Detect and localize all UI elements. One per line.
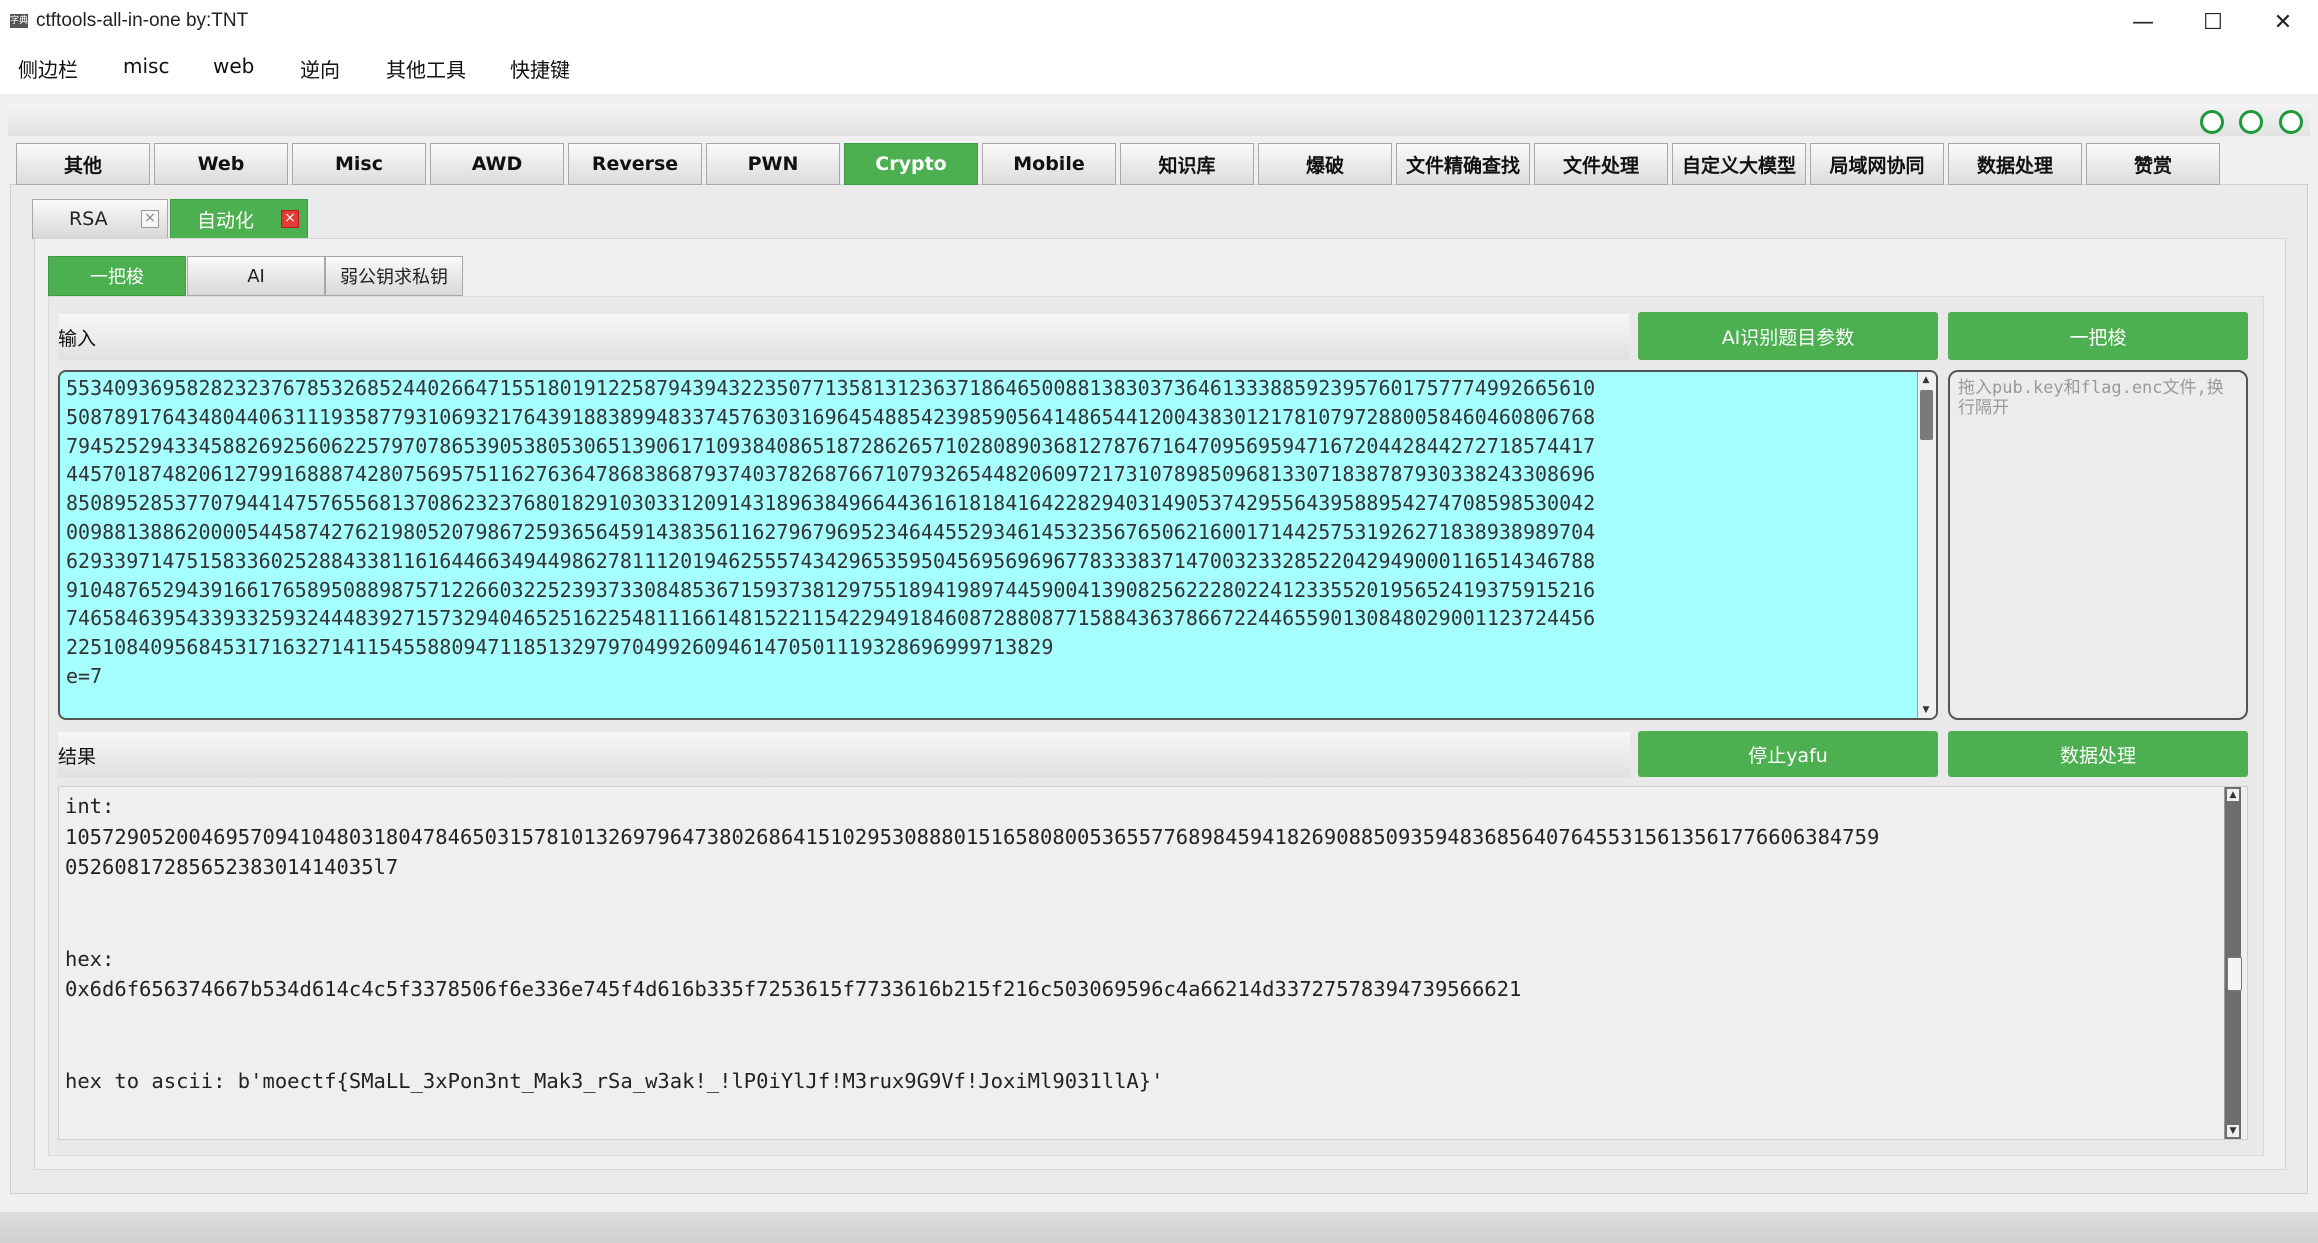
tab-donate[interactable]: 赞赏 bbox=[2086, 143, 2220, 185]
result-line bbox=[65, 1035, 2247, 1066]
circle-toggle-1[interactable] bbox=[2200, 110, 2224, 134]
tab-mobile[interactable]: Mobile bbox=[982, 143, 1116, 185]
input-line: 4457018748206127991688874280756957511627… bbox=[66, 462, 1596, 487]
subtab-automation-label: 自动化 bbox=[197, 209, 255, 232]
input-textarea[interactable]: 5534093695828232376785326852440266471551… bbox=[58, 370, 1938, 720]
tab-pwn[interactable]: PWN bbox=[706, 143, 840, 185]
menu-web[interactable]: web bbox=[213, 54, 254, 78]
window-title: ctftools-all-in-one by:TNT bbox=[36, 10, 249, 31]
tab-knowledge-base[interactable]: 知识库 bbox=[1120, 143, 1254, 185]
minimize-button[interactable]: — bbox=[2108, 0, 2178, 44]
input-label-strip bbox=[58, 314, 1630, 360]
tab-awd[interactable]: AWD bbox=[430, 143, 564, 185]
subtab-automation[interactable]: 自动化 × bbox=[170, 199, 308, 239]
result-line: 0x6d6f656374667b534d614c4c5f3378506f6e33… bbox=[65, 977, 1522, 1001]
tab-bruteforce[interactable]: 爆破 bbox=[1258, 143, 1392, 185]
result-line bbox=[65, 913, 2247, 944]
result-label-strip bbox=[58, 732, 1630, 778]
ai-identify-button[interactable]: AI识别题目参数 bbox=[1638, 312, 1938, 360]
result-line bbox=[65, 883, 2247, 914]
menu-misc[interactable]: misc bbox=[123, 54, 169, 78]
mode-tab-one-shot[interactable]: 一把梭 bbox=[48, 256, 186, 296]
input-scrollbar[interactable]: ▲ ▼ bbox=[1917, 372, 1936, 718]
file-drop-placeholder: 拖入pub.key和flag.enc文件,换行隔开 bbox=[1958, 378, 2224, 418]
input-line: 7945252943345882692560622579707865390538… bbox=[66, 433, 1596, 458]
close-icon[interactable]: × bbox=[281, 210, 299, 228]
tab-misc[interactable]: Misc bbox=[292, 143, 426, 185]
input-line: 5087891764348044063111935877931069321764… bbox=[66, 404, 1596, 429]
tab-lan-collab[interactable]: 局域网协同 bbox=[1810, 143, 1944, 185]
input-line: 0098813886200005445874276219805207986725… bbox=[66, 519, 1596, 544]
circle-toggle-3[interactable] bbox=[2279, 110, 2303, 134]
tab-data-processing[interactable]: 数据处理 bbox=[1948, 143, 2082, 185]
one-shot-button[interactable]: 一把梭 bbox=[1948, 312, 2248, 360]
scroll-up-icon[interactable]: ▲ bbox=[1920, 374, 1932, 386]
input-label: 输入 bbox=[58, 328, 97, 350]
result-label: 结果 bbox=[58, 746, 97, 768]
menu-sidebar[interactable]: 侧边栏 bbox=[18, 54, 78, 83]
maximize-button[interactable]: ☐ bbox=[2178, 0, 2248, 44]
input-line: 9104876529439166176589508898757122660322… bbox=[66, 577, 1596, 602]
tab-other[interactable]: 其他 bbox=[16, 143, 150, 185]
status-bar bbox=[0, 1212, 2318, 1243]
tab-web[interactable]: Web bbox=[154, 143, 288, 185]
subtab-rsa-label: RSA bbox=[69, 208, 108, 230]
input-line: 7465846395433933259324448392715732940465… bbox=[66, 606, 1596, 631]
tab-crypto[interactable]: Crypto bbox=[844, 143, 978, 185]
menu-shortcuts[interactable]: 快捷键 bbox=[510, 54, 570, 83]
menu-bar: 侧边栏 misc web 逆向 其他工具 快捷键 bbox=[0, 44, 2318, 94]
tab-file-search[interactable]: 文件精确查找 bbox=[1396, 143, 1530, 185]
scroll-down-icon[interactable]: ▼ bbox=[1920, 704, 1932, 716]
circle-toggle-2[interactable] bbox=[2239, 110, 2263, 134]
input-line: 8508952853770794414757655681370862323768… bbox=[66, 491, 1596, 516]
data-processing-button[interactable]: 数据处理 bbox=[1948, 731, 2248, 777]
result-line: int: bbox=[65, 794, 115, 818]
mode-tab-ai[interactable]: AI bbox=[187, 256, 325, 296]
result-line: 1057290520046957094104803180478465031578… bbox=[65, 824, 1880, 849]
input-text: 5534093695828232376785326852440266471551… bbox=[60, 372, 1936, 691]
tab-reverse[interactable]: Reverse bbox=[568, 143, 702, 185]
close-window-button[interactable]: ✕ bbox=[2248, 0, 2318, 44]
close-icon[interactable]: × bbox=[141, 210, 159, 228]
menu-other-tools[interactable]: 其他工具 bbox=[386, 54, 466, 83]
result-text: int: 105729052004695709410480318047846503… bbox=[59, 787, 2247, 1096]
result-line: 0526081728565238301414035l7 bbox=[65, 855, 399, 879]
subtab-rsa[interactable]: RSA × bbox=[32, 199, 168, 239]
app-icon: 字典 bbox=[10, 14, 29, 28]
stop-yafu-button[interactable]: 停止yafu bbox=[1638, 731, 1938, 777]
menu-reverse[interactable]: 逆向 bbox=[300, 54, 340, 83]
result-line: hex to ascii: b'moectf{SMaLL_3xPon3nt_Ma… bbox=[65, 1068, 1164, 1093]
result-output[interactable]: int: 105729052004695709410480318047846503… bbox=[58, 786, 2248, 1140]
input-line: e=7 bbox=[66, 663, 103, 688]
result-line: hex: bbox=[65, 946, 115, 971]
input-line: 2251084095684531716327141154558809471185… bbox=[66, 635, 1054, 660]
scroll-thumb[interactable] bbox=[2227, 957, 2242, 991]
title-bar: 字典 ctftools-all-in-one by:TNT — ☐ ✕ bbox=[0, 0, 2318, 44]
file-drop-area[interactable]: 拖入pub.key和flag.enc文件,换行隔开 bbox=[1948, 370, 2248, 720]
result-scrollbar[interactable]: ▲ ▼ bbox=[2224, 787, 2242, 1139]
scroll-up-icon[interactable]: ▲ bbox=[2227, 789, 2239, 801]
scroll-thumb[interactable] bbox=[1920, 390, 1933, 440]
input-line: 6293397147515833602528843381161644663494… bbox=[66, 548, 1596, 573]
tab-custom-llm[interactable]: 自定义大模型 bbox=[1672, 143, 1806, 185]
tool-strip bbox=[8, 104, 2310, 136]
tab-file-processing[interactable]: 文件处理 bbox=[1534, 143, 1668, 185]
input-line: 5534093695828232376785326852440266471551… bbox=[66, 376, 1596, 400]
mode-tab-weak-key[interactable]: 弱公钥求私钥 bbox=[325, 256, 463, 296]
result-line bbox=[65, 1005, 2247, 1036]
scroll-down-icon[interactable]: ▼ bbox=[2227, 1125, 2239, 1137]
